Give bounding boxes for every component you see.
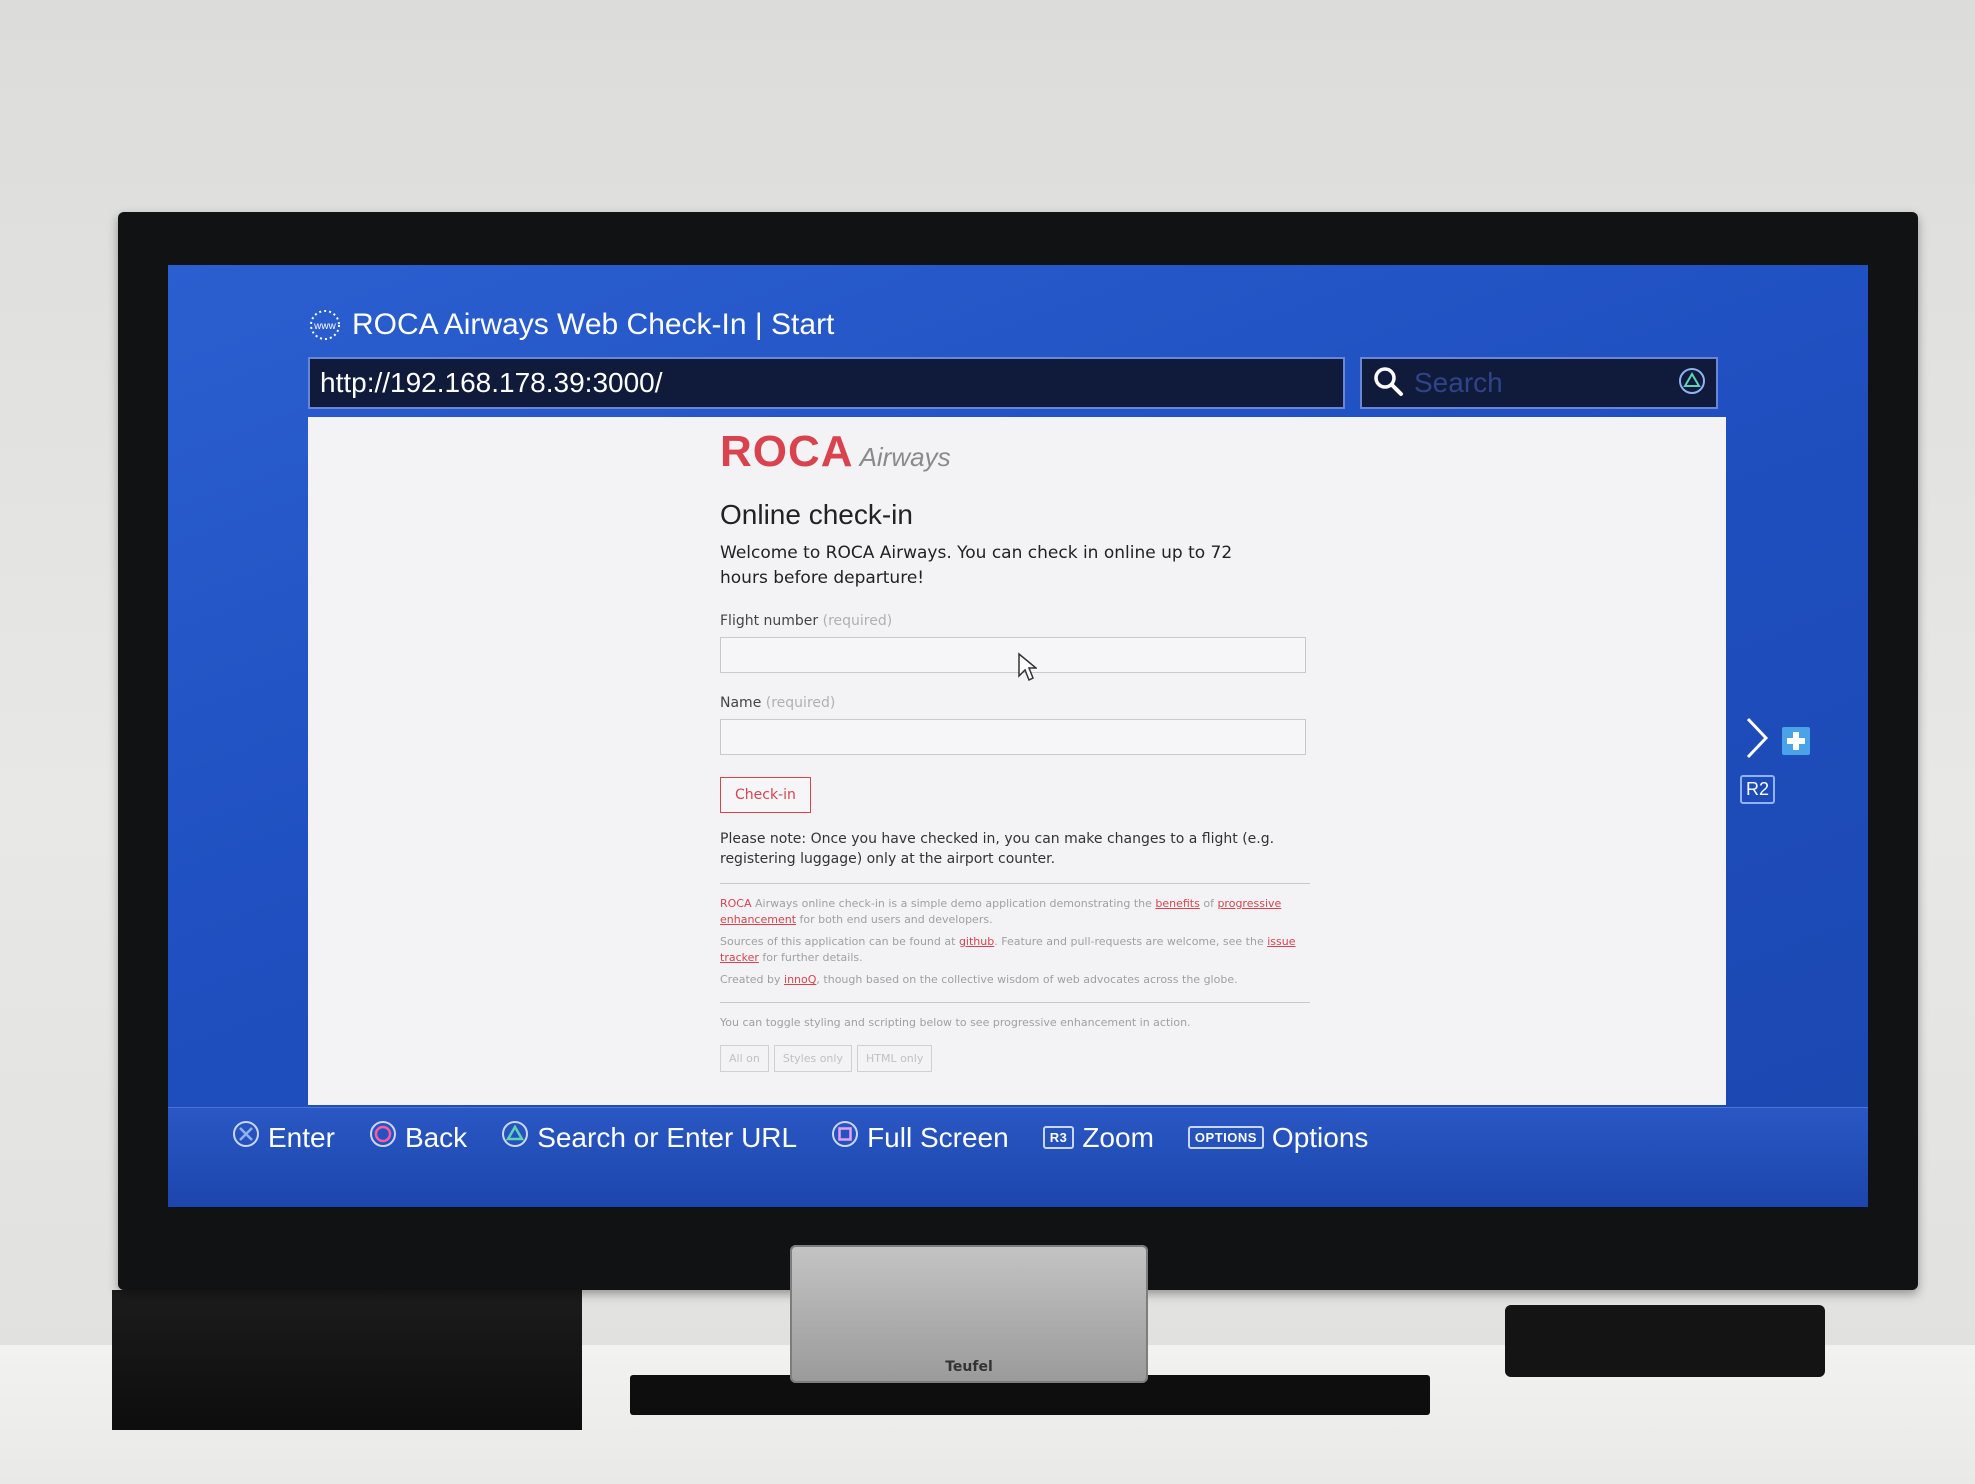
- toggle-html-only[interactable]: HTML only: [856, 1045, 933, 1072]
- www-icon: www: [308, 308, 342, 342]
- toggle-instructions: You can toggle styling and scripting bel…: [720, 1016, 1191, 1029]
- triangle-button-icon: [501, 1120, 529, 1155]
- search-icon: [1372, 365, 1404, 401]
- hint-search: Search or Enter URL: [501, 1120, 797, 1155]
- page-heading: Online check-in: [720, 499, 913, 530]
- checkin-note: Please note: Once you have checked in, y…: [720, 831, 1275, 867]
- circle-button-icon: [369, 1120, 397, 1155]
- controller-hint-bar: Enter Back Search or Enter URL Full Scre…: [168, 1107, 1868, 1207]
- search-placeholder: Search: [1414, 367, 1503, 398]
- url-input[interactable]: http://192.168.178.39:3000/: [308, 357, 1345, 409]
- game-console: [112, 1290, 582, 1430]
- soundbar-speaker: Teufel: [790, 1245, 1148, 1383]
- triangle-button-icon: [1678, 367, 1706, 399]
- browser-title-bar: www ROCA Airways Web Check-In | Start: [308, 308, 834, 342]
- logo-main: ROCA: [720, 427, 854, 476]
- options-button-badge: OPTIONS: [1187, 1126, 1264, 1149]
- toggle-all-on[interactable]: All on: [720, 1045, 769, 1072]
- toggle-styles-only[interactable]: Styles only: [773, 1045, 852, 1072]
- flight-number-field[interactable]: [720, 637, 1306, 682]
- hint-options: OPTIONS Options: [1187, 1122, 1368, 1154]
- hint-fullscreen: Full Screen: [831, 1120, 1009, 1155]
- url-text: http://192.168.178.39:3000/: [320, 367, 663, 398]
- hint-zoom: R3 Zoom: [1042, 1122, 1154, 1154]
- required-hint: (required): [822, 613, 893, 629]
- checkin-button[interactable]: Check-in: [720, 777, 811, 813]
- chevron-right-icon: [1742, 715, 1772, 765]
- hint-back: Back: [369, 1120, 467, 1155]
- innoq-link[interactable]: innoQ: [784, 973, 816, 986]
- mouse-cursor-icon: [1017, 652, 1039, 686]
- web-page-viewport: ROCA Airways Online check-in Welcome to …: [308, 417, 1726, 1105]
- speaker-brand-logo: Teufel: [945, 1359, 993, 1375]
- square-button-icon: [831, 1120, 859, 1155]
- logo-sub: Airways: [859, 442, 951, 472]
- divider: [720, 883, 1310, 884]
- r2-button-badge: R2: [1740, 775, 1776, 804]
- checkin-form-column: ROCA Airways Online check-in Welcome to …: [720, 427, 1310, 1072]
- flight-number-label: Flight number (required): [720, 613, 893, 629]
- name-label: Name (required): [720, 695, 836, 711]
- roca-logo: ROCA Airways: [720, 427, 1310, 477]
- intro-text: Welcome to ROCA Airways. You can check i…: [720, 543, 1233, 588]
- github-link[interactable]: github: [959, 935, 994, 948]
- credits-text: Created by innoQ, though based on the co…: [720, 973, 1238, 986]
- svg-text:www: www: [313, 321, 336, 332]
- r3-button-badge: R3: [1042, 1126, 1075, 1149]
- about-text: ROCA Airways online check-in is a simple…: [720, 897, 1282, 926]
- hint-enter: Enter: [232, 1120, 335, 1155]
- search-input[interactable]: Search: [1360, 357, 1718, 409]
- next-tab-nav[interactable]: R2: [1738, 715, 1828, 815]
- sources-text: Sources of this application can be found…: [720, 935, 1296, 964]
- page-title: ROCA Airways Web Check-In | Start: [352, 308, 835, 341]
- toggle-group: All on Styles only HTML only: [720, 1045, 1310, 1072]
- benefits-link[interactable]: benefits: [1155, 897, 1199, 910]
- cross-button-icon: [232, 1120, 260, 1155]
- tv-screen: www ROCA Airways Web Check-In | Start ht…: [168, 265, 1868, 1207]
- required-hint: (required): [765, 695, 836, 711]
- plus-icon: [1782, 727, 1810, 759]
- divider: [720, 1002, 1310, 1003]
- name-field[interactable]: [720, 719, 1306, 755]
- external-drive: [1505, 1305, 1825, 1377]
